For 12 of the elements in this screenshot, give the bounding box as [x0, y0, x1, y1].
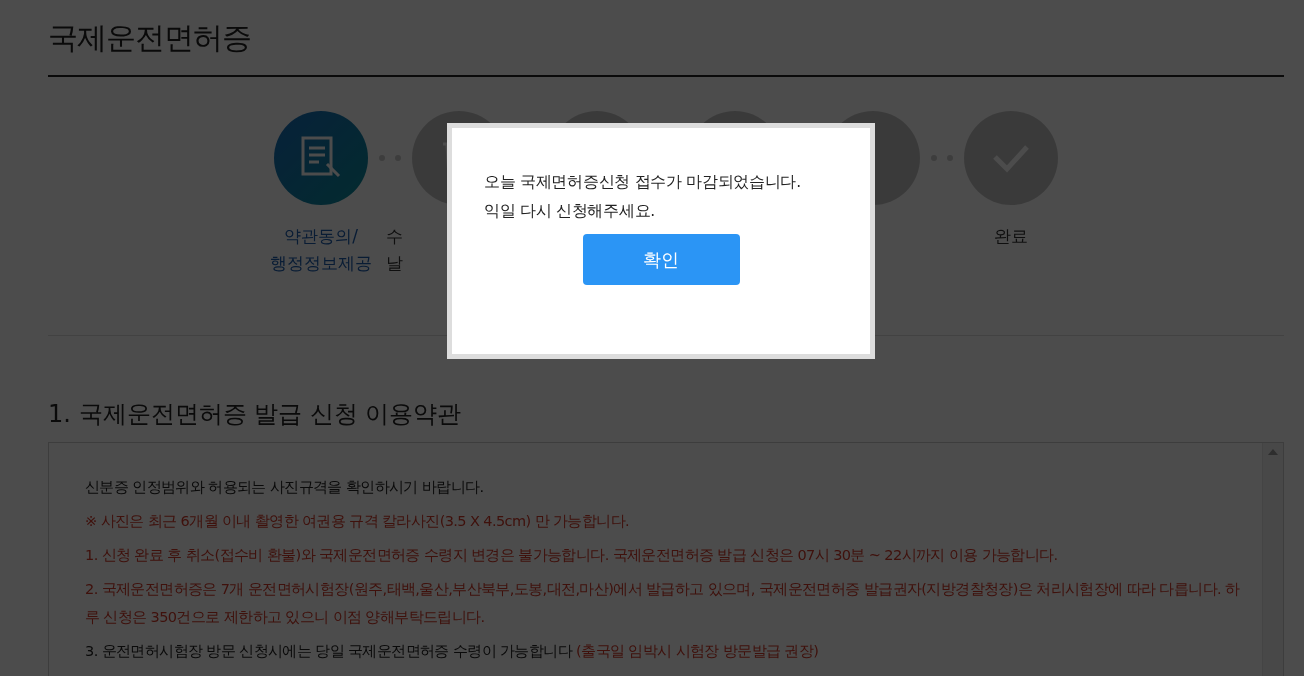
dialog-message: 익일 다시 신청해주세요. [484, 201, 656, 222]
step-label: 수 날 [386, 225, 403, 275]
step-label: 완료 [994, 225, 1028, 248]
terms-paragraph: 신분증 인정범위와 허용되는 사진규격을 확인하시기 바랍니다. [85, 478, 485, 497]
confirm-button[interactable]: 확인 [582, 234, 740, 285]
terms-paragraph: ※ 사진은 최근 6개월 이내 촬영한 여권용 규격 칼라사진(3.5 X 4.5cm) 만 가능합니다. [85, 512, 630, 531]
step-label: 약관동의/ 행정정보제공 [270, 225, 372, 275]
terms-paragraph: 3. 운전면허시험장 방문 신청시에는 당일 국제운전면허증 수령이 가능합니다 (출국일 임박시 시험장 방문발급 권장) [85, 642, 820, 661]
section-heading: 1. 국제운전면허증 발급 신청 이용약관 [48, 399, 463, 430]
terms-paragraph: 2. 국제운전면허증은 7개 운전면허시험장(원주,태백,울산,부산북부,도봉,대전,마산)에서 발급하고 있으며, 국제운전면허증 발급권자(지방경찰청장)은 처리시험장에 따라 다릅니다. 하루 신청은 350건으로 제한하고 있으니 이점 양해부탁드립니다. [85, 580, 1241, 627]
terms-paragraph: 1. 신청 완료 후 취소(접수비 환불)와 국제운전면허증 수령지 변경은 불가능합니다. 국제운전면허증 발급 신청은 07시 30분 ~ 22시까지 이용 가능합니다. [85, 546, 1059, 565]
dialog-message: 오늘 국제면허증신청 접수가 마감되었습니다. [484, 172, 801, 193]
